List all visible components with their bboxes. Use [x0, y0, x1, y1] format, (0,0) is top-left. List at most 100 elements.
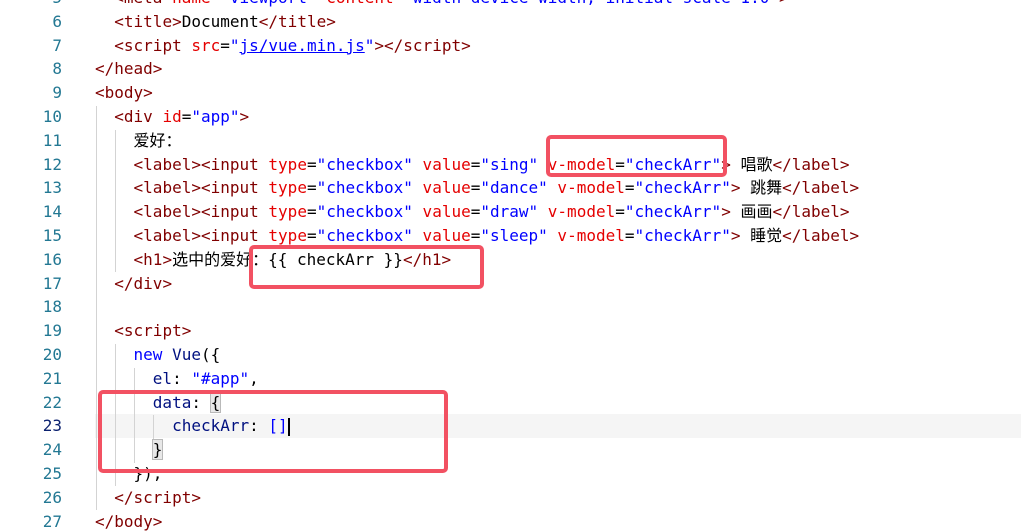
code-line[interactable]: <label><input type="checkbox" value="dra… — [95, 200, 1021, 224]
code-token: > — [326, 11, 336, 31]
highlight-interpolation — [249, 245, 484, 289]
code-token: id — [152, 106, 182, 126]
code-token: value — [412, 154, 471, 174]
code-line[interactable]: <script> — [95, 319, 1021, 343]
code-line[interactable]: new Vue({ — [95, 343, 1021, 367]
code-editor[interactable]: 56 7 8 9 10 11 12 13 14 15 16 17 18 19 20 21 22 23 24 25 26 2… — [0, 0, 1021, 531]
code-token: 睡觉 — [740, 225, 783, 245]
code-token: type — [258, 225, 307, 245]
code-token: </ — [95, 487, 134, 507]
code-token: div — [123, 106, 153, 126]
code-token: "app" — [191, 106, 240, 126]
code-line[interactable] — [95, 295, 1021, 319]
code-token: input — [210, 154, 259, 174]
code-token: src — [181, 35, 221, 55]
code-token: "sing" — [480, 154, 539, 174]
code-line[interactable]: </div> — [95, 272, 1021, 296]
line-number: 12 — [42, 154, 62, 174]
line-number-gutter: 56 7 8 9 10 11 12 13 14 15 16 17 18 19 20 21 22 23 24 25 26 2… — [0, 0, 76, 531]
code-token: head — [114, 59, 153, 79]
code-line[interactable]: </head> — [95, 57, 1021, 81]
code-token: >< — [191, 225, 211, 245]
code-token: input — [210, 225, 259, 245]
code-line[interactable]: <title>Document</title> — [95, 10, 1021, 34]
code-token: "checkArr" — [634, 225, 731, 245]
code-token: < — [95, 83, 105, 103]
line-number: 16 — [42, 249, 62, 269]
code-token: "checkbox" — [316, 154, 413, 174]
code-line[interactable]: <body> — [95, 81, 1021, 105]
code-token: < — [95, 0, 124, 7]
code-token: v-model — [538, 202, 616, 222]
code-token: "#app" — [191, 368, 250, 388]
code-token: "width=device-width, initial-scale=1.0" — [403, 0, 779, 7]
code-token: script — [403, 35, 462, 55]
code-token: meta — [124, 0, 163, 7]
code-token: < — [95, 249, 144, 269]
highlight-vmodel — [546, 135, 727, 177]
code-token: = — [306, 202, 317, 222]
code-token: < — [95, 35, 124, 55]
line-number: 17 — [42, 273, 62, 293]
code-token: > — [191, 487, 201, 507]
code-token: v-model — [547, 178, 625, 198]
code-token: > — [849, 178, 860, 198]
code-token: title — [123, 11, 173, 31]
code-token: > — [181, 321, 192, 341]
code-token: value — [412, 225, 471, 245]
code-token: Document — [181, 11, 259, 31]
code-token: >< — [191, 178, 211, 198]
code-token: </ — [772, 154, 792, 174]
code-token: value — [412, 178, 471, 198]
code-line[interactable]: <label><input type="checkbox" value="dan… — [95, 176, 1021, 200]
code-token: = — [470, 178, 481, 198]
code-token: > — [721, 202, 731, 222]
code-token: = — [624, 178, 635, 198]
code-token: js/vue.min.js — [239, 35, 365, 55]
code-token: label — [801, 178, 850, 198]
code-token: > — [239, 106, 250, 126]
code-token: </ — [95, 511, 115, 531]
code-token: "viewport" — [220, 0, 316, 7]
line-number: 27 — [42, 511, 62, 531]
code-line[interactable]: <script src="js/vue.min.js"></script> — [95, 34, 1021, 58]
code-token: "checkbox" — [316, 225, 413, 245]
line-number: 21 — [42, 368, 62, 388]
line-number: 22 — [42, 392, 62, 412]
code-token: v-model — [547, 225, 625, 245]
code-token: div — [133, 273, 163, 293]
code-line[interactable]: <div id="app"> — [95, 105, 1021, 129]
code-token: </ — [95, 59, 115, 79]
code-token: > — [172, 11, 182, 31]
code-token: = — [220, 35, 230, 55]
line-number: 23 — [42, 416, 62, 436]
code-token: input — [210, 202, 259, 222]
code-line[interactable]: </script> — [95, 486, 1021, 510]
code-line[interactable]: el: "#app", — [95, 367, 1021, 391]
code-token: script — [133, 487, 192, 507]
code-token: </ — [782, 225, 802, 245]
code-token: 爱好： — [95, 130, 182, 150]
code-token: > — [162, 249, 173, 269]
code-token: label — [791, 154, 840, 174]
code-token: input — [210, 178, 259, 198]
code-token: label — [143, 225, 192, 245]
code-token: ({ — [200, 344, 221, 364]
code-token: 画画 — [730, 202, 773, 222]
code-token: "checkbox" — [316, 178, 413, 198]
code-token: "sleep" — [480, 225, 548, 245]
code-token: = — [181, 106, 192, 126]
code-token: "checkArr" — [624, 202, 722, 222]
code-token: </ — [772, 202, 792, 222]
highlight-data — [98, 390, 448, 473]
code-line[interactable]: <label><input type="checkbox" value="sle… — [95, 224, 1021, 248]
code-token: type — [258, 178, 307, 198]
code-line[interactable]: <h1>选中的爱好：{{ checkArr }}</h1> — [95, 248, 1021, 272]
code-token: > — [779, 0, 789, 7]
code-line[interactable]: <meta name="viewport" content="width=dev… — [95, 0, 1021, 10]
line-number: 18 — [42, 297, 62, 317]
code-token: > — [839, 154, 850, 174]
code-token: type — [258, 154, 307, 174]
code-line[interactable]: </body> — [95, 510, 1021, 531]
code-token: = — [211, 0, 221, 7]
